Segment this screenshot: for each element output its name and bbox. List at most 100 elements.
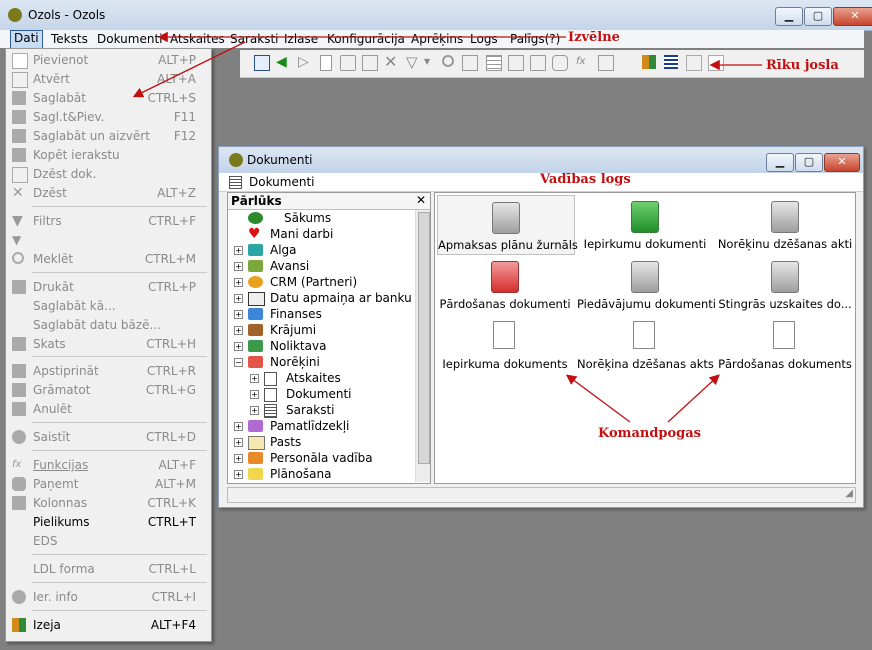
menu-dati[interactable]: Dati: [10, 30, 43, 49]
minimize-icon: ▁: [775, 155, 785, 168]
print-icon[interactable]: [462, 55, 478, 71]
menu-item-saglabat-aizvert[interactable]: Saglabāt un aizvērt F12: [6, 127, 211, 146]
menu-item-filtrs[interactable]: ▼ Filtrs CTRL+F: [6, 212, 211, 231]
forward-arrow-icon[interactable]: ▷: [298, 55, 312, 69]
cmd-piedavajumu-dokumenti[interactable]: Piedāvājumu dokumenti: [577, 255, 716, 313]
menu-separator: [32, 610, 207, 611]
menu-item-skats[interactable]: Skats CTRL+H: [6, 335, 211, 354]
tree-icon: [248, 212, 263, 224]
window-list-icon[interactable]: [664, 55, 678, 69]
collapse-icon[interactable]: −: [234, 358, 243, 367]
copy-icon[interactable]: [362, 55, 378, 71]
columns-icon[interactable]: [598, 55, 614, 71]
menu-teksts[interactable]: Teksts: [51, 32, 88, 46]
menu-saraksti[interactable]: Saraksti: [230, 32, 279, 46]
close-button[interactable]: ✕: [833, 7, 872, 26]
expand-icon[interactable]: +: [234, 262, 243, 271]
menu-item-izeja[interactable]: Izeja ALT+F4: [6, 616, 211, 635]
menu-item-eds[interactable]: EDS: [6, 532, 211, 551]
menu-item-saglabat-ka[interactable]: Saglabāt kā...: [6, 297, 211, 316]
menu-izlase[interactable]: Izlase: [284, 32, 318, 46]
cmd-norekina-dzesanas-akts[interactable]: Norēķina dzēšanas akts: [577, 315, 714, 373]
menu-item-apstiprinat[interactable]: Apstiprināt CTRL+R: [6, 362, 211, 381]
cmd-iepirkuma-dokuments[interactable]: Iepirkuma dokuments: [437, 315, 573, 373]
menu-item-saglabat[interactable]: Saglabāt CTRL+S: [6, 89, 211, 108]
grid-view-icon[interactable]: [486, 55, 502, 71]
menu-item-pielikums[interactable]: Pielikums CTRL+T: [6, 513, 211, 532]
menu-item-pievienot[interactable]: Pievienot ALT+P: [6, 51, 211, 70]
minimize-button[interactable]: ▁: [775, 7, 803, 26]
cmd-iepirkumu-dokumenti[interactable]: Iepirkumu dokumenti: [577, 195, 713, 253]
doc-maximize-button[interactable]: ▢: [795, 153, 823, 172]
open-folder-icon[interactable]: [340, 55, 356, 71]
menu-logs[interactable]: Logs: [470, 32, 498, 46]
doc-close-button[interactable]: ✕: [824, 153, 860, 172]
menu-item-dzest[interactable]: ✕ Dzēst ALT+Z: [6, 184, 211, 203]
panel-toggle-icon[interactable]: [254, 55, 270, 71]
menu-aprekins[interactable]: Aprēķins: [411, 32, 463, 46]
expand-icon[interactable]: +: [250, 406, 259, 415]
menu-atskaites[interactable]: Atskaites: [170, 32, 225, 46]
expand-icon[interactable]: +: [234, 422, 243, 431]
menu-paligs[interactable]: Palīgs(?): [510, 32, 560, 46]
cmd-pardosanas-dokumenti[interactable]: Pārdošanas dokumenti: [437, 255, 573, 313]
explorer-close-button[interactable]: ✕: [416, 193, 426, 207]
expand-icon[interactable]: +: [234, 342, 243, 351]
expand-icon[interactable]: +: [234, 278, 243, 287]
cmd-stingras-uzskaites[interactable]: Stingrās uzskaites do...: [717, 255, 853, 313]
expand-icon[interactable]: +: [234, 326, 243, 335]
menu-item-ldl-forma[interactable]: LDL forma CTRL+L: [6, 560, 211, 579]
functions-icon[interactable]: fx: [576, 55, 590, 69]
expand-icon[interactable]: +: [234, 294, 243, 303]
delete-icon[interactable]: ✕: [384, 54, 398, 70]
strict-accounting-icon: [771, 261, 799, 293]
menu-dokumenti[interactable]: Dokumenti: [97, 32, 162, 46]
edit-pen-icon[interactable]: [686, 55, 702, 71]
expand-icon[interactable]: +: [234, 438, 243, 447]
app-logo-icon: [8, 8, 22, 22]
link-icon[interactable]: [552, 55, 568, 71]
cmd-pardosanas-dokuments[interactable]: Pārdošanas dokuments: [717, 315, 853, 373]
filter-icon[interactable]: ▽: [406, 55, 420, 70]
cmd-apmaksas-planu-zurnals[interactable]: Apmaksas plānu žurnāls: [437, 195, 578, 255]
maximize-button[interactable]: ▢: [804, 7, 832, 26]
cmd-norekinu-dzesanas-akti[interactable]: Norēķinu dzēšanas akti: [717, 195, 853, 253]
menu-item-atvert[interactable]: Atvērt ALT+A: [6, 70, 211, 89]
menu-item-anulet[interactable]: Anulēt: [6, 400, 211, 419]
expand-icon[interactable]: +: [234, 454, 243, 463]
menu-item-saistit[interactable]: Saistīt CTRL+D: [6, 428, 211, 447]
approve-icon[interactable]: [508, 55, 524, 71]
menu-item-ier-info[interactable]: Ier. info CTRL+I: [6, 588, 211, 607]
expand-icon[interactable]: +: [234, 470, 243, 479]
book-icon[interactable]: [530, 55, 546, 71]
menu-item-saglabat-pievienot[interactable]: Sagl.t&Piev. F11: [6, 108, 211, 127]
doc-minimize-button[interactable]: ▁: [766, 153, 794, 172]
tree-scrollbar[interactable]: [415, 210, 430, 482]
filter-dropdown-icon[interactable]: ▼: [424, 55, 438, 69]
menu-item-funkcijas[interactable]: fx Funkcijas ALT+F: [6, 456, 211, 475]
expand-icon[interactable]: +: [234, 310, 243, 319]
folder-icon: [248, 452, 263, 464]
purchase-documents-icon: [631, 201, 659, 233]
menu-item-gramatot[interactable]: Grāmatot CTRL+G: [6, 381, 211, 400]
expand-icon[interactable]: +: [250, 390, 259, 399]
back-arrow-icon[interactable]: ◀: [276, 55, 290, 69]
clipboard-icon[interactable]: [708, 55, 724, 71]
exit-door-icon[interactable]: [642, 55, 656, 69]
scroll-thumb[interactable]: [418, 212, 430, 464]
new-document-icon[interactable]: [320, 55, 332, 71]
menu-item-dzest-dok[interactable]: Dzēst dok.: [6, 165, 211, 184]
annotation-command-buttons: Komandpogas: [598, 426, 701, 441]
menu-item-meklet[interactable]: Meklēt CTRL+M: [6, 250, 211, 269]
menu-konfiguracija[interactable]: Konfigurācija: [327, 32, 405, 46]
resize-grip-icon[interactable]: ◢: [845, 488, 853, 499]
menu-item-kopet[interactable]: Kopēt ierakstu: [6, 146, 211, 165]
menu-item-panemt[interactable]: Paņemt ALT+M: [6, 475, 211, 494]
search-icon[interactable]: [442, 55, 454, 67]
menu-item-saglabat-db[interactable]: Saglabāt datu bāzē...: [6, 316, 211, 335]
menu-item-kolonnas[interactable]: Kolonnas CTRL+K: [6, 494, 211, 513]
expand-icon[interactable]: +: [250, 374, 259, 383]
menu-item-drukat[interactable]: Drukāt CTRL+P: [6, 278, 211, 297]
menu-item-filter-remove[interactable]: ▼: [6, 231, 211, 250]
expand-icon[interactable]: +: [234, 246, 243, 255]
